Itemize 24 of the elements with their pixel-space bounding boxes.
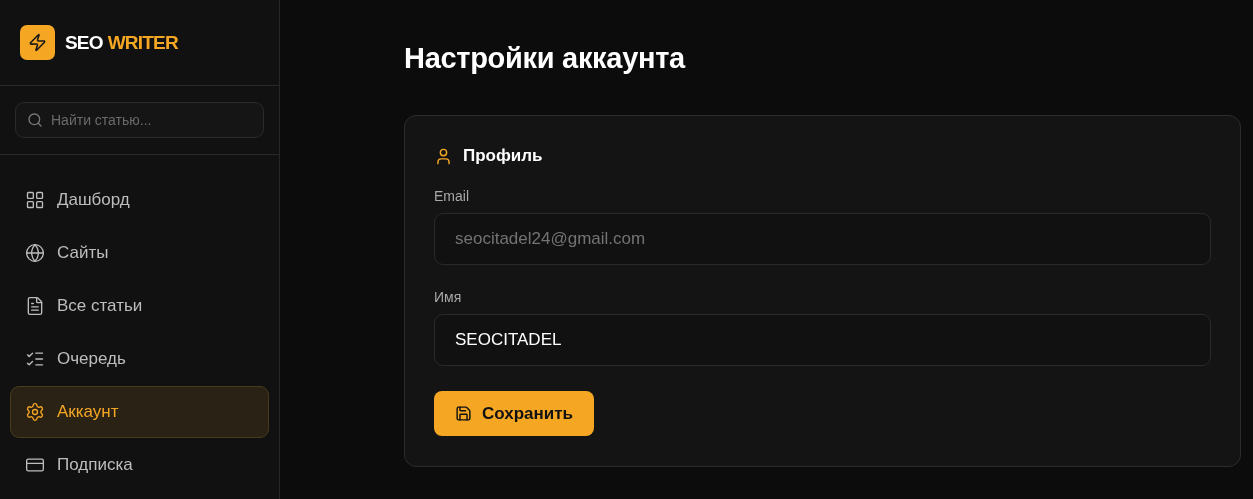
page-title: Настройки аккаунта bbox=[404, 42, 687, 75]
user-icon bbox=[434, 146, 453, 166]
nav-item[interactable]: Все статьи bbox=[10, 280, 269, 332]
nav-item[interactable]: Сайты bbox=[10, 227, 269, 279]
search-field[interactable]: Найти статью... bbox=[15, 102, 264, 138]
checklist-icon bbox=[25, 349, 45, 369]
save-icon bbox=[455, 405, 472, 422]
input-field[interactable]: SEOCITADEL bbox=[434, 314, 1211, 366]
grid-icon bbox=[25, 190, 45, 210]
globe-icon bbox=[25, 243, 45, 263]
logo-text: SEO bbox=[65, 31, 103, 54]
document-icon bbox=[25, 296, 45, 316]
field-label: Имя bbox=[434, 289, 463, 305]
nav-item[interactable]: Подписка bbox=[10, 439, 269, 491]
card-title: Профиль bbox=[463, 146, 543, 166]
settings-icon bbox=[25, 402, 45, 422]
nav-item[interactable]: Очередь bbox=[10, 333, 269, 385]
logo-text: WRITER bbox=[107, 31, 178, 54]
field-label: Email bbox=[434, 188, 470, 204]
search-icon bbox=[27, 112, 43, 128]
nav-item[interactable]: Аккаунт bbox=[10, 386, 269, 438]
nav-item[interactable]: Дашборд bbox=[10, 174, 269, 226]
save-button[interactable]: Сохранить bbox=[434, 391, 595, 436]
bolt-icon bbox=[20, 24, 55, 60]
